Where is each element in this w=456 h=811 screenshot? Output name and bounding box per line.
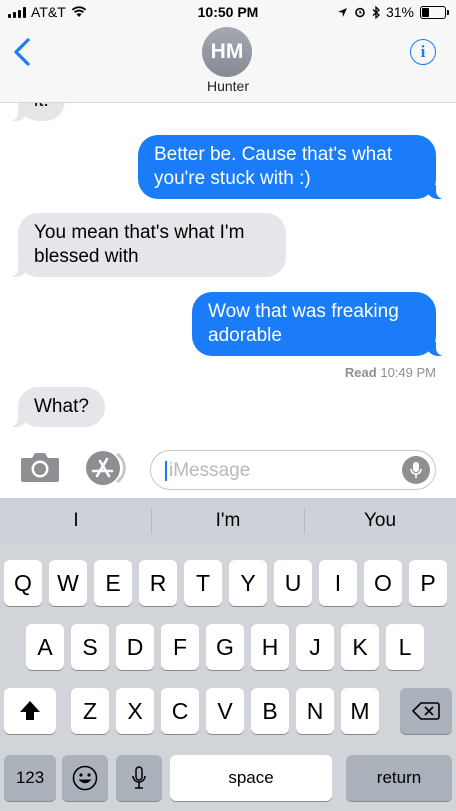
key-c[interactable]: C — [161, 688, 199, 734]
message-input[interactable]: iMessage — [150, 450, 436, 490]
avatar[interactable]: HM — [202, 27, 252, 77]
microphone-icon — [132, 766, 146, 789]
read-label: Read — [344, 365, 377, 380]
key-g[interactable]: G — [206, 624, 244, 670]
shift-key[interactable] — [4, 688, 56, 734]
camera-icon[interactable] — [20, 450, 60, 484]
key-v[interactable]: V — [206, 688, 244, 734]
key-s[interactable]: S — [71, 624, 109, 670]
key-z[interactable]: Z — [71, 688, 109, 734]
status-right: 31% — [337, 4, 449, 20]
message-bubble-outgoing[interactable]: Better be. Cause that's what you're stuc… — [138, 135, 446, 199]
message-bubble-incoming[interactable]: What? — [8, 387, 105, 427]
predictive-bar: I I'm You — [0, 498, 456, 544]
key-b[interactable]: B — [251, 688, 289, 734]
key-n[interactable]: N — [296, 688, 334, 734]
read-receipt: Read 10:49 PM — [345, 365, 436, 380]
read-time: 10:49 PM — [380, 365, 436, 380]
key-y[interactable]: Y — [229, 560, 267, 606]
key-a[interactable]: A — [26, 624, 64, 670]
space-key[interactable]: space — [170, 755, 332, 801]
contact-name[interactable]: Hunter — [0, 78, 456, 94]
return-key[interactable]: return — [346, 755, 452, 801]
emoji-icon — [72, 765, 98, 791]
numbers-key[interactable]: 123 — [4, 755, 56, 801]
prediction-3[interactable]: You — [304, 498, 456, 544]
backspace-icon — [412, 702, 440, 720]
status-bar: AT&T 10:50 PM 31% — [0, 0, 456, 24]
emoji-key[interactable] — [62, 755, 108, 801]
key-q[interactable]: Q — [4, 560, 42, 606]
key-h[interactable]: H — [251, 624, 289, 670]
key-x[interactable]: X — [116, 688, 154, 734]
message-bubble-incoming[interactable]: it. — [8, 103, 65, 121]
message-bubble-outgoing[interactable]: Wow that was freaking adorable — [192, 292, 446, 356]
key-d[interactable]: D — [116, 624, 154, 670]
key-w[interactable]: W — [49, 560, 87, 606]
compose-bar: iMessage — [0, 438, 456, 498]
app-store-icon[interactable] — [83, 450, 131, 486]
chevron-left-icon[interactable] — [8, 36, 38, 68]
info-icon[interactable]: i — [410, 39, 436, 65]
key-l[interactable]: L — [386, 624, 424, 670]
key-t[interactable]: T — [184, 560, 222, 606]
battery-percent: 31% — [385, 4, 414, 20]
key-m[interactable]: M — [341, 688, 379, 734]
key-j[interactable]: J — [296, 624, 334, 670]
location-icon — [337, 7, 347, 17]
bluetooth-icon — [372, 5, 380, 19]
dictation-key[interactable] — [116, 755, 162, 801]
message-list: it. Better be. Cause that's what you're … — [0, 103, 456, 438]
key-f[interactable]: F — [161, 624, 199, 670]
message-placeholder: iMessage — [169, 460, 251, 481]
key-k[interactable]: K — [341, 624, 379, 670]
keyboard: I I'm You Q W E R T Y U I O P A S D F G … — [0, 498, 456, 811]
conversation-header: HM Hunter i — [0, 24, 456, 103]
text-caret — [165, 461, 167, 481]
key-e[interactable]: E — [94, 560, 132, 606]
prediction-1[interactable]: I — [0, 498, 152, 544]
key-i[interactable]: I — [319, 560, 357, 606]
key-r[interactable]: R — [139, 560, 177, 606]
key-u[interactable]: U — [274, 560, 312, 606]
key-p[interactable]: P — [409, 560, 447, 606]
message-bubble-incoming[interactable]: You mean that's what I'm blessed with — [8, 213, 286, 277]
battery-icon — [420, 5, 449, 19]
key-o[interactable]: O — [364, 560, 402, 606]
alarm-icon — [355, 7, 365, 18]
microphone-icon[interactable] — [402, 456, 430, 484]
prediction-2[interactable]: I'm — [152, 498, 304, 544]
delete-key[interactable] — [400, 688, 452, 734]
shift-icon — [20, 701, 40, 720]
